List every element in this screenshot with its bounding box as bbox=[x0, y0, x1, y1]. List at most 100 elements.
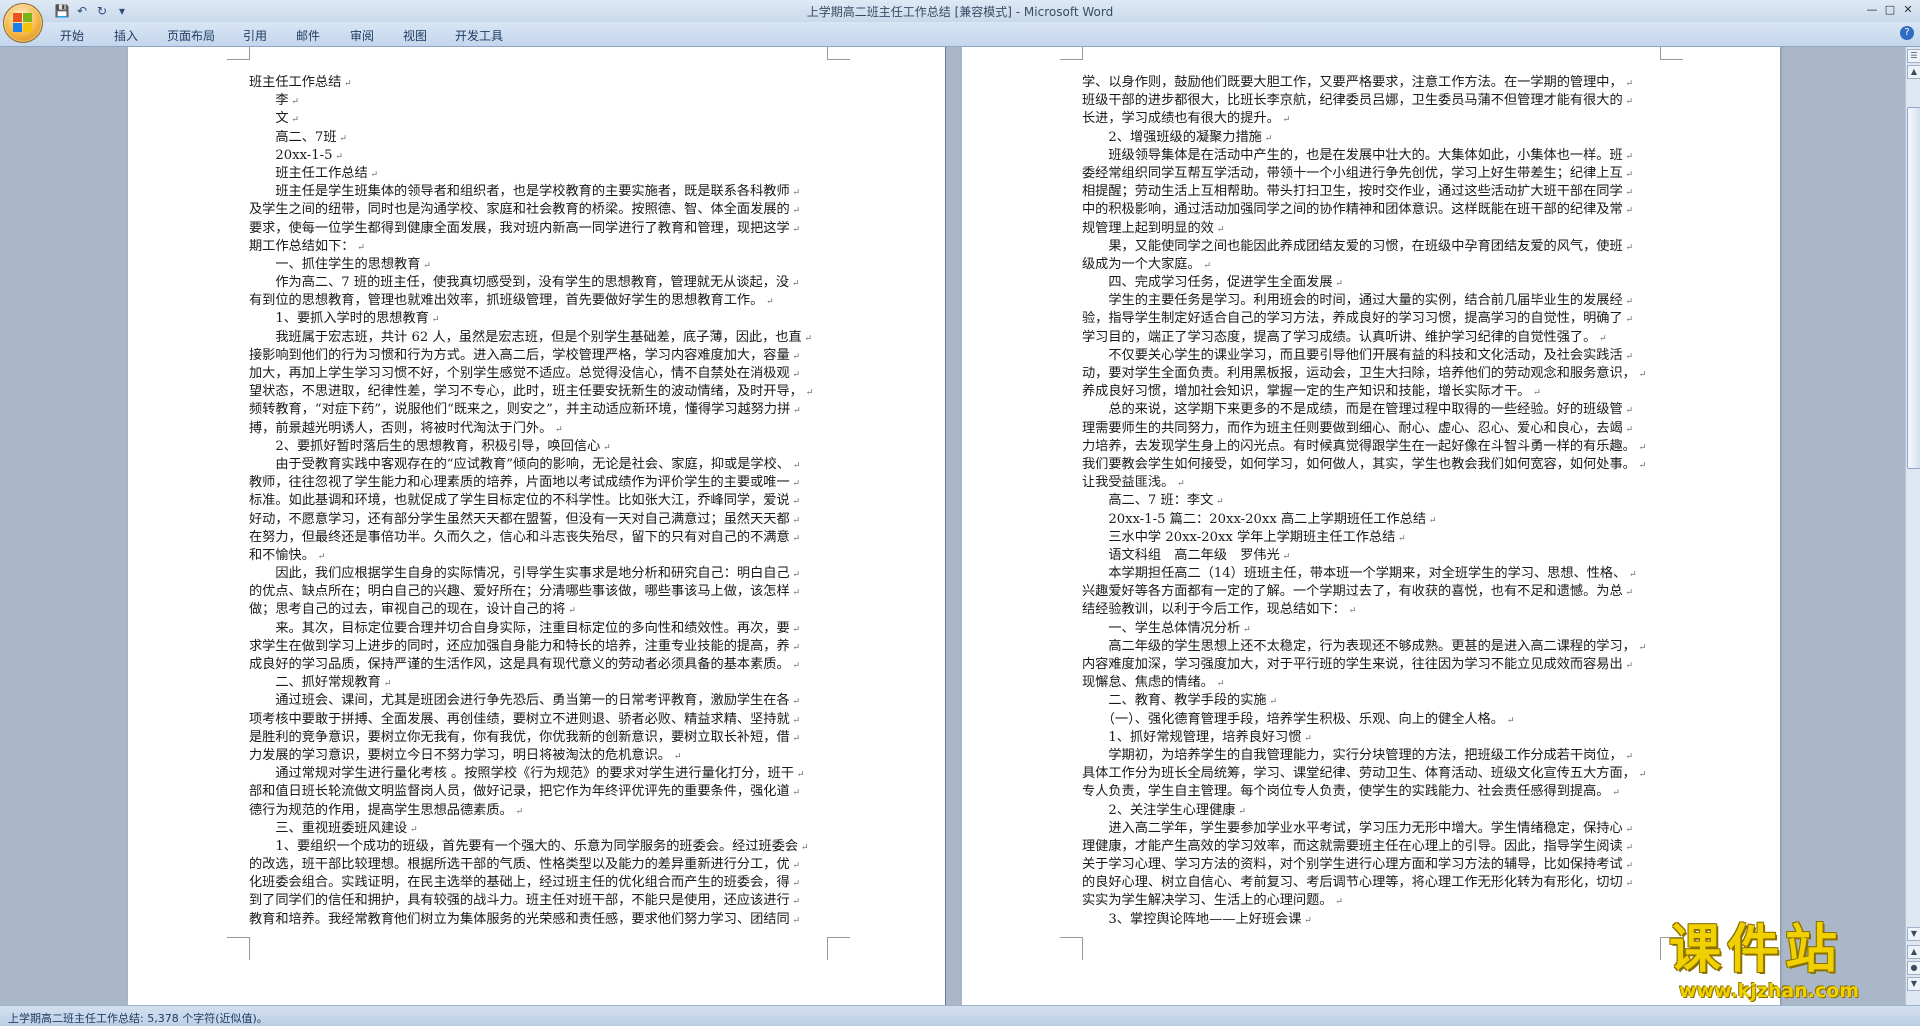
text-line[interactable]: 学期初，为培养学生的自我管理能力，实行分块管理的方法，把班级工作分成若干岗位， bbox=[1082, 747, 1646, 765]
text-line[interactable]: 2、增强班级的凝聚力措施 bbox=[1082, 129, 1646, 147]
text-line[interactable]: 教师，往往忽视了学生能力和心理素质的培养，片面地以考试成绩作为评价学生的主要或唯… bbox=[249, 474, 813, 492]
text-line[interactable]: 一、抓住学生的思想教育 bbox=[249, 256, 813, 274]
text-line[interactable]: 二、教育、教学手段的实施 bbox=[1082, 692, 1646, 710]
text-line[interactable]: 学习目的，端正了学习态度，提高了学习成绩。认真听讲、维护学习纪律的自觉性强了。 bbox=[1082, 329, 1646, 347]
text-line[interactable]: 部和值日班长轮流做文明监督岗人员，做好记录，把它作为年终评优评先的重要条件，强化… bbox=[249, 783, 813, 801]
text-line[interactable]: 化班委会组合。实践证明，在民主选举的基础上，经过班主任的优化组合而产生的班委会，… bbox=[249, 874, 813, 892]
text-line[interactable]: 标准。如此基调和环境，也就促成了学生目标定位的不科学性。比如张大江，乔峰同学，爱… bbox=[249, 492, 813, 510]
document-page-right[interactable]: 学、以身作则，鼓励他们既要大胆工作，又要严格要求，注意工作方法。在一学期的管理中… bbox=[962, 47, 1780, 1005]
tab-mailings[interactable]: 邮件 bbox=[296, 27, 320, 44]
text-line[interactable]: 我班属于宏志班，共计 62 人，虽然是宏志班，但是个别学生基础差，底子薄，因此，… bbox=[249, 329, 813, 347]
text-line[interactable]: 一、学生总体情况分析 bbox=[1082, 620, 1646, 638]
text-line[interactable]: 1、要组织一个成功的班级，首先要有一个强大的、乐意为同学服务的班委会。经过班委会 bbox=[249, 838, 813, 856]
text-line[interactable]: 力培养，去发现学生身上的闪光点。有时候真觉得跟学生在一起好像在斗智斗勇一样的有乐… bbox=[1082, 438, 1646, 456]
text-line[interactable]: 高二、7 班：李文 bbox=[1082, 492, 1646, 510]
text-line[interactable]: 3、掌控舆论阵地——上好班会课 bbox=[1082, 911, 1646, 929]
text-line[interactable]: 总的来说，这学期下来更多的不是成绩，而是在管理过程中取得的一些经验。好的班级管 bbox=[1082, 401, 1646, 419]
tab-references[interactable]: 引用 bbox=[243, 27, 267, 44]
text-line[interactable]: 兴趣爱好等各方面都有一定的了解。一个学期过去了，有收获的喜悦，也有不足和遗憾。为… bbox=[1082, 583, 1646, 601]
text-line[interactable]: 频转教育，“对症下药”，说服他们“既来之，则安之”，并主动适应新环境，懂得学习越… bbox=[249, 401, 813, 419]
text-line[interactable]: 德行为规范的作用，提高学生思想品德素质。 bbox=[249, 802, 813, 820]
text-line[interactable]: 委经常组织同学互帮互学活动，带领十一个小组进行争先创优，学习上好生带差生；纪律上… bbox=[1082, 165, 1646, 183]
text-line[interactable]: 20xx-1-5 bbox=[249, 147, 813, 165]
text-line[interactable]: 力发展的学习意识，要树立今日不努力学习，明日将被淘汰的危机意识。 bbox=[249, 747, 813, 765]
text-line[interactable]: 班主任工作总结 bbox=[249, 165, 813, 183]
text-line[interactable]: 1、要抓入学时的思想教育 bbox=[249, 310, 813, 328]
text-line[interactable]: 不仅要关心学生的课业学习，而且要引导他们开展有益的科技和文化活动，及社会实践活 bbox=[1082, 347, 1646, 365]
text-line[interactable]: 李 bbox=[249, 92, 813, 110]
text-line[interactable]: 求学生在做到学习上进步的同时，还应加强自身能力和特长的培养，注重专业技能的提高，… bbox=[249, 638, 813, 656]
text-line[interactable]: 好动，不愿意学习，还有部分学生虽然天天都在盟誓，但没有一天对自己满意过；虽然天天… bbox=[249, 511, 813, 529]
text-line[interactable]: 接影响到他们的行为习惯和行为方式。进入高二后，学校管理严格，学习内容难度加大，容… bbox=[249, 347, 813, 365]
tab-developer[interactable]: 开发工具 bbox=[455, 27, 503, 44]
tab-view[interactable]: 视图 bbox=[403, 27, 427, 44]
text-line[interactable]: 养成良好习惯，增加社会知识，掌握一定的生产知识和技能，增长实际才干。 bbox=[1082, 383, 1646, 401]
scroll-up-icon[interactable]: ▲ bbox=[1907, 65, 1920, 79]
text-line[interactable]: 通过常规对学生进行量化考核 。按照学校《行为规范》的要求对学生进行量化打分，班干 bbox=[249, 765, 813, 783]
text-line[interactable]: 相提醒；劳动生活上互相帮助。带头打扫卫生，按时交作业，通过这些活动扩大班干部在同… bbox=[1082, 183, 1646, 201]
text-line[interactable]: 有到位的思想教育，管理也就难出效率，抓班级管理，首先要做好学生的思想教育工作。 bbox=[249, 292, 813, 310]
text-line[interactable]: 的优点、缺点所在；明白自己的兴趣、爱好所在；分清哪些事该做，哪些事该马上做，该怎… bbox=[249, 583, 813, 601]
tab-review[interactable]: 审阅 bbox=[350, 27, 374, 44]
text-line[interactable]: 因此，我们应根据学生自身的实际情况，引导学生实事求是地分析和研究自己：明白自己 bbox=[249, 565, 813, 583]
text-line[interactable]: 搏，前景越光明诱人，否则，将被时代淘汰于门外。 bbox=[249, 420, 813, 438]
text-line[interactable]: 的良好心理、树立自信心、考前复习、考后调节心理等，将心理工作无形化转为有形化，切… bbox=[1082, 874, 1646, 892]
text-line[interactable]: 中的积极影响，通过活动加强同学之间的协作精神和团体意识。这样既能在班干部的纪律及… bbox=[1082, 201, 1646, 219]
text-line[interactable]: 高二、7班 bbox=[249, 129, 813, 147]
text-line[interactable]: 现懈怠、焦虑的情绪。 bbox=[1082, 674, 1646, 692]
word-count-status[interactable]: 上学期高二班主任工作总结: 5,378 个字符(近似值)。 bbox=[8, 1010, 268, 1026]
text-line[interactable]: 学、以身作则，鼓励他们既要大胆工作，又要严格要求，注意工作方法。在一学期的管理中… bbox=[1082, 74, 1646, 92]
scroll-thumb[interactable] bbox=[1907, 107, 1920, 469]
text-line[interactable]: 项考核中要敢于拼搏、全面发展、再创佳绩，要树立不进则退、骄者必败、精益求精、坚持… bbox=[249, 711, 813, 729]
text-line[interactable]: 期工作总结如下： bbox=[249, 238, 813, 256]
text-line[interactable]: 四、完成学习任务，促进学生全面发展 bbox=[1082, 274, 1646, 292]
text-line[interactable]: 学生的主要任务是学习。利用班会的时间，通过大量的实例，结合前几届毕业生的发展经 bbox=[1082, 292, 1646, 310]
text-line[interactable]: 让我受益匪浅。 bbox=[1082, 474, 1646, 492]
text-line[interactable]: 动，要对学生全面负责。利用黑板报，运动会，卫生大扫除，培养他们的劳动观念和服务意… bbox=[1082, 365, 1646, 383]
text-line[interactable]: 关于学习心理、学习方法的资料，对个别学生进行心理方面和学习方法的辅导，比如保持考… bbox=[1082, 856, 1646, 874]
ruler-toggle-icon[interactable]: ☰ bbox=[1907, 49, 1920, 63]
close-icon[interactable]: ✕ bbox=[1900, 2, 1916, 18]
text-line[interactable]: 是胜利的竞争意识，要树立你无我有，你有我优，你优我新的创新意识，要树立取长补短，… bbox=[249, 729, 813, 747]
minimize-icon[interactable]: — bbox=[1864, 2, 1880, 18]
page-text-right[interactable]: 学、以身作则，鼓励他们既要大胆工作，又要严格要求，注意工作方法。在一学期的管理中… bbox=[1082, 74, 1646, 929]
text-line[interactable]: 规管理上起到明显的效 bbox=[1082, 220, 1646, 238]
text-line[interactable]: 1、抓好常规管理，培养良好习惯 bbox=[1082, 729, 1646, 747]
text-line[interactable]: 验，指导学生制定好适合自己的学习方法，养成良好的学习习惯，提高学习的自觉性，明确… bbox=[1082, 310, 1646, 328]
text-line[interactable]: 2、要抓好暂时落后生的思想教育，积极引导，唤回信心 bbox=[249, 438, 813, 456]
text-line[interactable]: 要求，使每一位学生都得到健康全面发展，我对班内新高一同学进行了教育和管理，现把这… bbox=[249, 220, 813, 238]
text-line[interactable]: 来。其次，目标定位要合理并切合自身实际，注重目标定位的多向性和绩效性。再次，要 bbox=[249, 620, 813, 638]
office-button[interactable] bbox=[3, 3, 43, 43]
text-line[interactable]: 理需要师生的共同努力，而作为班主任则要做到细心、耐心、虚心、忍心、爱心和良心，去… bbox=[1082, 420, 1646, 438]
text-line[interactable]: 班级干部的进步都很大，比班长李京航，纪律委员吕娜，卫生委员马蒲不但管理才能有很大… bbox=[1082, 92, 1646, 110]
text-line[interactable]: 长进，学习成绩也有很大的提升。 bbox=[1082, 110, 1646, 128]
text-line[interactable]: 的改选，班干部比较理想。根据所选干部的气质、性格类型以及能力的差异重新进行分工，… bbox=[249, 856, 813, 874]
text-line[interactable]: 实实为学生解决学习、生活上的心理问题。 bbox=[1082, 892, 1646, 910]
text-line[interactable]: 2、关注学生心理健康 bbox=[1082, 802, 1646, 820]
text-line[interactable]: 班主任工作总结 bbox=[249, 74, 813, 92]
text-line[interactable]: 果，又能使同学之间也能因此养成团结友爱的习惯，在班级中孕育团结友爱的风气，使班 bbox=[1082, 238, 1646, 256]
text-line[interactable]: 专人负责，学生自主管理。每个岗位专人负责，使学生的实践能力、社会责任感得到提高。 bbox=[1082, 783, 1646, 801]
text-line[interactable]: 高二年级的学生思想上还不太稳定，行为表现还不够成熟。更甚的是进入高二课程的学习， bbox=[1082, 638, 1646, 656]
text-line[interactable]: 成良好的学习品质，保持严谨的生活作风，这是具有现代意义的劳动者必须具备的基本素质… bbox=[249, 656, 813, 674]
text-line[interactable]: （一）、强化德育管理手段，培养学生积极、乐观、向上的健全人格。 bbox=[1082, 711, 1646, 729]
help-icon[interactable]: ? bbox=[1900, 26, 1914, 40]
text-line[interactable]: 教育和培养。我经常教育他们树立为集体服务的光荣感和责任感，要求他们努力学习、团结… bbox=[249, 911, 813, 929]
tab-page-layout[interactable]: 页面布局 bbox=[167, 27, 215, 44]
document-page-left[interactable]: 班主任工作总结 李 文 高二、7班 20xx-1-5 班主任工作总结 班主任是学… bbox=[128, 47, 945, 1005]
text-line[interactable]: 在努力，但最终还是事倍功半。久而久之，信心和斗志丧失殆尽，留下的只有对自己的不满… bbox=[249, 529, 813, 547]
text-line[interactable]: 文 bbox=[249, 110, 813, 128]
text-line[interactable]: 三、重视班委班风建设 bbox=[249, 820, 813, 838]
text-line[interactable]: 语文科组 高二年级 罗伟光 bbox=[1082, 547, 1646, 565]
tab-insert[interactable]: 插入 bbox=[114, 27, 138, 44]
text-line[interactable]: 内容难度加深，学习强度加大，对于平行班的学生来说，往往因为学习不能立见成效而容易… bbox=[1082, 656, 1646, 674]
text-line[interactable]: 望状态，不思进取，纪律性差，学习不专心，此时，班主任要安抚新生的波动情绪，及时开… bbox=[249, 383, 813, 401]
text-line[interactable]: 作为高二、7 班的班主任，使我真切感受到，没有学生的思想教育，管理就无从谈起，没 bbox=[249, 274, 813, 292]
text-line[interactable]: 本学期担任高二（14）班班主任，带本班一个学期来，对全班学生的学习、思想、性格、 bbox=[1082, 565, 1646, 583]
text-line[interactable]: 加大，再加上学生学习习惯不好，个别学生感觉不适应。总觉得没信心，情不自禁处在消极… bbox=[249, 365, 813, 383]
vertical-scrollbar[interactable]: ☰ ▲ ▼ ▲ ● ▼ bbox=[1905, 47, 1920, 1005]
text-line[interactable]: 及学生之间的纽带，同时也是沟通学校、家庭和社会教育的桥梁。按照德、智、体全面发展… bbox=[249, 201, 813, 219]
text-line[interactable]: 具体工作分为班长全局统筹，学习、课堂纪律、劳动卫生、体育活动、班级文化宣传五大方… bbox=[1082, 765, 1646, 783]
tab-home[interactable]: 开始 bbox=[60, 27, 84, 44]
text-line[interactable]: 理健康，才能产生高效的学习效率，而这就需要班主任在心理上的引导。因此，指导学生阅… bbox=[1082, 838, 1646, 856]
